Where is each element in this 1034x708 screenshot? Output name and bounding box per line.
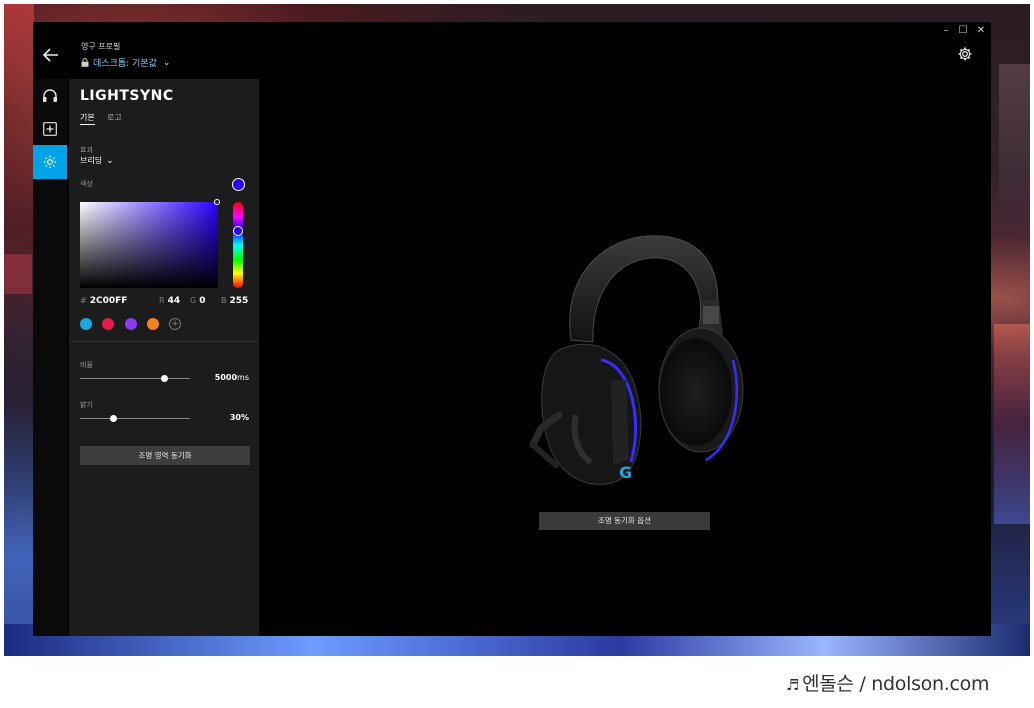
picker-handle[interactable] (214, 199, 220, 205)
rate-slider-thumb[interactable] (161, 375, 169, 382)
gear-icon-svg (958, 47, 972, 61)
divider (69, 341, 259, 342)
rate-number: 5000 (214, 373, 238, 382)
g-readout[interactable]: G0 (190, 296, 205, 306)
effect-label: 효과 (80, 146, 93, 154)
tab-basic[interactable]: 기본 (80, 112, 95, 125)
color-label: 색상 (80, 180, 93, 188)
chevron-down-icon: ⌄ (106, 155, 114, 166)
b-readout[interactable]: B 255 (221, 296, 248, 306)
add-preset-icon[interactable]: + (169, 318, 181, 330)
current-color-swatch[interactable] (232, 178, 245, 191)
preset-color-4[interactable] (147, 318, 159, 330)
brightness-unit: % (240, 413, 249, 422)
lock-icon (81, 58, 89, 67)
brightness-label: 밝기 (80, 401, 93, 409)
g-value: 0 (199, 296, 206, 306)
headset-image: G (529, 235, 744, 485)
close-button[interactable]: ✕ (973, 25, 989, 37)
profile-label: 영구 프로필 (81, 42, 121, 51)
g-logo: G (619, 463, 632, 482)
hex-readout[interactable]: #2C00FF (80, 296, 127, 306)
rate-unit: ms (237, 373, 249, 382)
brightness-number: 30 (229, 413, 241, 422)
chevron-down-icon: ⌄ (162, 57, 171, 68)
rate-slider-track[interactable] (80, 378, 190, 379)
tab-logo[interactable]: 로고 (107, 112, 122, 123)
g-label: G (190, 296, 197, 305)
sync-lighting-zones-button[interactable]: 조명 영역 동기화 (80, 446, 250, 465)
brightness-slider-track[interactable] (80, 418, 190, 419)
r-label: R (159, 296, 165, 305)
lighting-sync-options-button[interactable]: 조명 동기화 옵션 (539, 512, 710, 530)
rail-item-headset[interactable] (33, 79, 67, 113)
r-value: 44 (167, 296, 181, 306)
hue-handle[interactable] (233, 226, 243, 236)
brightness-slider-thumb[interactable] (109, 415, 117, 422)
back-arrow-icon-svg (42, 48, 58, 62)
effect-dropdown[interactable]: 브리딩 ⌄ (80, 155, 114, 166)
preset-color-2[interactable] (102, 318, 114, 330)
watermark-text: 엔돌슨 / ndolson.com (802, 673, 990, 695)
minimize-button[interactable]: – (938, 25, 954, 37)
b-value: 255 (229, 296, 249, 306)
profile-name: 데스크톱: 기본값 (93, 59, 157, 69)
hue-slider[interactable] (233, 202, 243, 288)
r-readout[interactable]: R 44 (159, 296, 180, 306)
gear-icon[interactable] (957, 46, 973, 62)
device-nav-rail (33, 79, 67, 636)
color-saturation-picker[interactable] (80, 199, 220, 288)
back-arrow-icon[interactable] (41, 47, 61, 67)
hex-value: 2C00FF (89, 296, 128, 306)
watermark: ♬ 엔돌슨 / ndolson.com (786, 669, 989, 696)
rail-item-assignments[interactable] (33, 112, 67, 146)
effect-value: 브리딩 (80, 156, 103, 165)
maximize-button[interactable]: ☐ (955, 25, 971, 37)
lighting-icon (43, 155, 57, 169)
brightness-value: 30% (199, 413, 249, 422)
headset-icon (43, 89, 57, 102)
add-assignment-icon (43, 122, 57, 136)
rate-value: 5000ms (199, 373, 249, 382)
rate-label: 비율 (80, 361, 93, 369)
hex-prefix: # (80, 296, 87, 305)
lightsync-panel: LIGHTSYNC 기본 로고 효과 브리딩 ⌄ 색상 #2C00FF R 44 … (69, 79, 259, 636)
panel-title: LIGHTSYNC (80, 88, 174, 104)
music-note-icon: ♬ (786, 676, 800, 694)
rail-item-lighting[interactable] (33, 145, 67, 179)
preset-color-3[interactable] (125, 318, 137, 330)
b-label: B (221, 296, 227, 305)
preset-color-1[interactable] (80, 318, 92, 330)
ghub-window: – ☐ ✕ 영구 프로필 데스크톱: 기본값 ⌄ LIGHTSYNC 기본 로고… (33, 22, 991, 636)
profile-dropdown[interactable]: 데스크톱: 기본값 ⌄ (81, 56, 170, 69)
